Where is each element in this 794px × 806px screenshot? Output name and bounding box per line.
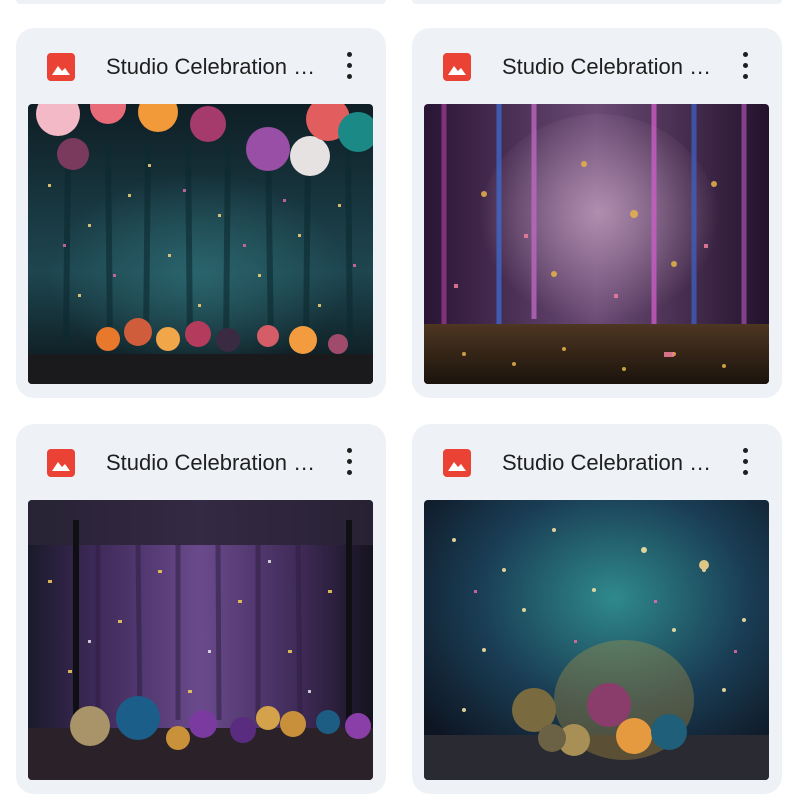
file-card-header: Studio Celebration Backdrop 04	[412, 424, 782, 500]
file-card[interactable]: Studio Celebration Backdrop 04	[412, 424, 782, 794]
file-title[interactable]: Studio Celebration Backdrop 02	[502, 54, 712, 80]
file-thumbnail[interactable]	[424, 500, 769, 780]
file-title[interactable]: Studio Celebration Backdrop 04	[502, 450, 712, 476]
file-card-header: Studio Celebration Backdrop 01	[16, 28, 386, 104]
more-options-icon[interactable]	[730, 48, 762, 84]
image-icon	[47, 53, 75, 81]
previous-card-edge-right	[412, 0, 782, 4]
image-icon	[47, 449, 75, 477]
file-title[interactable]: Studio Celebration Backdrop 01	[106, 54, 316, 80]
file-card[interactable]: Studio Celebration Backdrop 01	[16, 28, 386, 398]
more-options-icon[interactable]	[334, 48, 366, 84]
previous-card-edge-left	[16, 0, 386, 4]
file-card-header: Studio Celebration Backdrop 03	[16, 424, 386, 500]
image-icon	[443, 53, 471, 81]
more-options-icon[interactable]	[730, 444, 762, 480]
file-card-header: Studio Celebration Backdrop 02	[412, 28, 782, 104]
file-card[interactable]: Studio Celebration Backdrop 03	[16, 424, 386, 794]
more-options-icon[interactable]	[334, 444, 366, 480]
file-card[interactable]: Studio Celebration Backdrop 02	[412, 28, 782, 398]
file-thumbnail[interactable]	[424, 104, 769, 384]
image-icon	[443, 449, 471, 477]
file-title[interactable]: Studio Celebration Backdrop 03	[106, 450, 316, 476]
file-thumbnail[interactable]	[28, 500, 373, 780]
file-thumbnail[interactable]	[28, 104, 373, 384]
